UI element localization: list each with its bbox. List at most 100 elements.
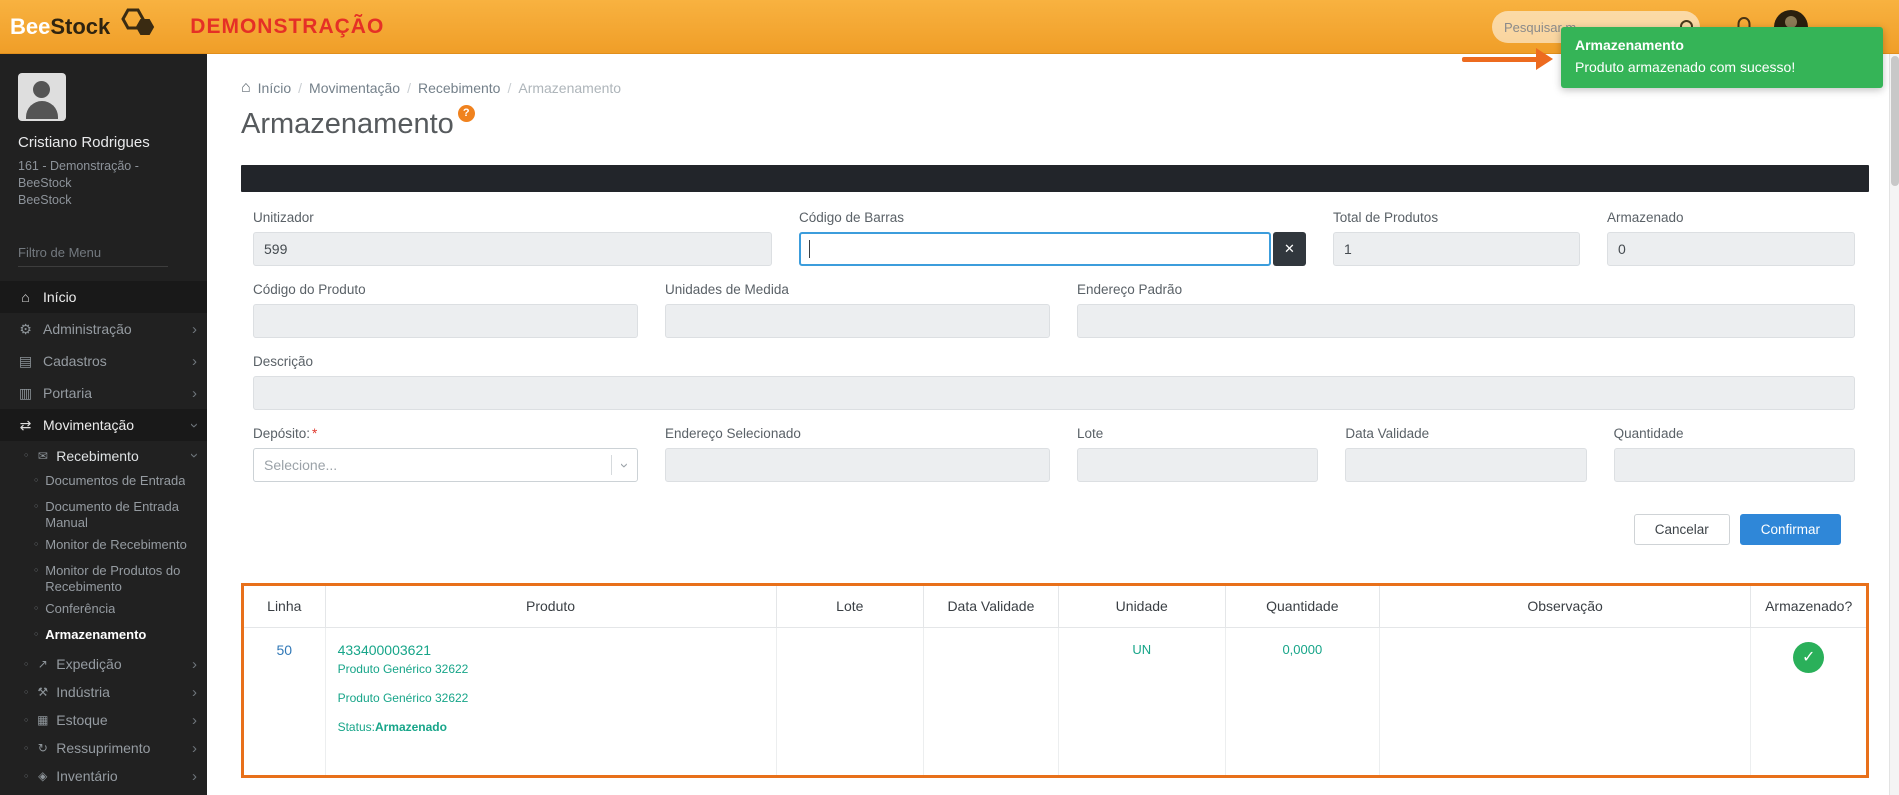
- check-icon: ✓: [1793, 642, 1824, 673]
- profile-avatar[interactable]: [18, 73, 66, 121]
- help-icon[interactable]: ?: [458, 105, 475, 122]
- beestock-logo[interactable]: BeeStock: [10, 6, 156, 47]
- sidebar-item-inventario[interactable]: ○ ◈ Inventário ›: [0, 762, 207, 790]
- sidebar-item-documento-de-entrada-manual[interactable]: ○ Documento de Entrada Manual: [0, 496, 207, 534]
- codigo-barras-field[interactable]: [799, 232, 1271, 266]
- sidebar-item-estoque[interactable]: ○ ▦ Estoque ›: [0, 706, 207, 734]
- endereco-padrao-field[interactable]: [1077, 304, 1855, 338]
- sidebar-item-label: Monitor de Produtos do Recebimento: [45, 563, 199, 595]
- armazenado-label: Armazenado: [1607, 210, 1855, 225]
- bullet-icon: ○: [34, 567, 38, 574]
- breadcrumb-movimentacao[interactable]: Movimentação: [309, 80, 400, 96]
- menu-filter-input[interactable]: [18, 239, 168, 267]
- bullet-icon: ○: [24, 661, 28, 668]
- breadcrumb-armazenamento: Armazenamento: [518, 80, 621, 96]
- user-org: 161 - Demonstração - BeeStock BeeStock: [18, 158, 191, 209]
- codigo-produto-field[interactable]: [253, 304, 638, 338]
- sidebar-item-inicio[interactable]: ⌂ Início: [0, 281, 207, 313]
- sidebar-item-movimentacao[interactable]: ⇄ Movimentação ›: [0, 409, 207, 441]
- lote-label: Lote: [1077, 426, 1318, 441]
- chevron-right-icon: ›: [192, 386, 197, 401]
- sidebar-item-ressuprimento[interactable]: ○ ↻ Ressuprimento ›: [0, 734, 207, 762]
- scrollbar-thumb[interactable]: [1891, 56, 1899, 186]
- sidebar-item-label: Inventário: [56, 768, 117, 784]
- col-data-validade: Data Validade: [924, 586, 1059, 627]
- unitizador-label: Unitizador: [253, 210, 772, 225]
- breadcrumb-recebimento[interactable]: Recebimento: [418, 80, 501, 96]
- produto-status: Status:Armazenado: [338, 720, 768, 734]
- quantidade-field[interactable]: [1614, 448, 1855, 482]
- sidebar-item-industria[interactable]: ○ ⚒ Indústria ›: [0, 678, 207, 706]
- cancel-button[interactable]: Cancelar: [1634, 514, 1730, 545]
- gears-icon: ⚙: [16, 321, 35, 338]
- close-icon: ✕: [1284, 241, 1295, 256]
- armazenamento-form: Unitizador Código de Barras ✕ Total de P…: [241, 192, 1869, 545]
- sidebar-item-armazenamento[interactable]: ○ Armazenamento: [0, 624, 207, 650]
- breadcrumb-inicio[interactable]: Início: [258, 80, 291, 96]
- sidebar-item-label: Expedição: [56, 656, 121, 672]
- home-icon[interactable]: ⌂: [241, 80, 251, 96]
- sidebar-item-label: Documentos de Entrada: [45, 473, 185, 489]
- sidebar-item-administracao[interactable]: ⚙ Administração ›: [0, 313, 207, 345]
- sidebar-item-recebimento[interactable]: ○ ✉ Recebimento ›: [0, 441, 207, 470]
- bullet-icon: ○: [24, 452, 28, 459]
- breadcrumb-separator: /: [507, 80, 511, 96]
- sidebar-item-label: Estoque: [56, 712, 107, 728]
- sidebar-item-label: Indústria: [56, 684, 110, 700]
- endereco-selecionado-field[interactable]: [665, 448, 1050, 482]
- chevron-right-icon: ›: [192, 354, 197, 369]
- user-org-line2: BeeStock: [18, 192, 191, 209]
- cell-unidade: UN: [1058, 627, 1225, 775]
- chevron-right-icon: ›: [192, 685, 197, 700]
- select-divider: [611, 455, 612, 475]
- sidebar-item-conferencia[interactable]: ○ Conferência: [0, 598, 207, 624]
- descricao-field[interactable]: [253, 376, 1855, 410]
- produto-code-link[interactable]: 433400003621: [338, 642, 768, 658]
- endereco-selecionado-label: Endereço Selecionado: [665, 426, 1050, 441]
- deposito-select[interactable]: Selecione... ›: [253, 448, 638, 482]
- sidebar-item-documentos-de-entrada[interactable]: ○ Documentos de Entrada: [0, 470, 207, 496]
- gate-icon: ▥: [16, 385, 35, 402]
- confirm-button[interactable]: Confirmar: [1740, 514, 1841, 545]
- sidebar-item-monitor-de-recebimento[interactable]: ○ Monitor de Recebimento: [0, 534, 207, 560]
- clear-barcode-button[interactable]: ✕: [1273, 232, 1306, 266]
- bullet-icon: ○: [34, 541, 38, 548]
- sidebar-item-portaria[interactable]: ▥ Portaria ›: [0, 377, 207, 409]
- text-caret: [809, 240, 810, 258]
- annotation-arrow-icon: [1462, 47, 1560, 71]
- inbox-icon: ✉: [35, 449, 50, 463]
- col-unidade: Unidade: [1058, 586, 1225, 627]
- toast-notification: Armazenamento Produto armazenado com suc…: [1561, 27, 1883, 88]
- col-armazenado: Armazenado?: [1751, 586, 1866, 627]
- required-asterisk: *: [312, 426, 317, 441]
- bullet-icon: ○: [34, 631, 38, 638]
- chevron-down-icon: ›: [187, 453, 202, 458]
- total-produtos-field[interactable]: [1333, 232, 1580, 266]
- refresh-icon: ↻: [35, 741, 50, 755]
- sidebar-item-expedicao[interactable]: ○ ↗ Expedição ›: [0, 650, 207, 678]
- vertical-scrollbar[interactable]: [1889, 54, 1899, 795]
- sidebar-item-label: Ressuprimento: [56, 740, 150, 756]
- toast-title: Armazenamento: [1575, 37, 1869, 53]
- sidebar: Cristiano Rodrigues 161 - Demonstração -…: [0, 54, 207, 795]
- unidades-medida-field[interactable]: [665, 304, 1050, 338]
- col-lote: Lote: [776, 586, 924, 627]
- demo-environment-label: DEMONSTRAÇÃO: [190, 15, 384, 39]
- sidebar-item-cadastros[interactable]: ▤ Cadastros ›: [0, 345, 207, 377]
- sidebar-item-monitor-de-produtos[interactable]: ○ Monitor de Produtos do Recebimento: [0, 560, 207, 598]
- user-org-line1: 161 - Demonstração - BeeStock: [18, 158, 191, 192]
- lote-field[interactable]: [1077, 448, 1318, 482]
- brand-stock: Stock: [50, 14, 110, 40]
- data-validade-field[interactable]: [1345, 448, 1586, 482]
- hexagon-logo-icon: [116, 6, 156, 47]
- brand-bee: Bee: [10, 14, 50, 40]
- armazenado-field[interactable]: [1607, 232, 1855, 266]
- chevron-right-icon: ›: [192, 657, 197, 672]
- cell-data-validade: [924, 627, 1059, 775]
- sidebar-item-label: Cadastros: [43, 353, 107, 369]
- panel-header-bar: [241, 165, 1869, 192]
- unitizador-field[interactable]: [253, 232, 772, 266]
- bullet-icon: ○: [34, 605, 38, 612]
- bullet-icon: ○: [24, 773, 28, 780]
- linha-link[interactable]: 50: [277, 642, 293, 658]
